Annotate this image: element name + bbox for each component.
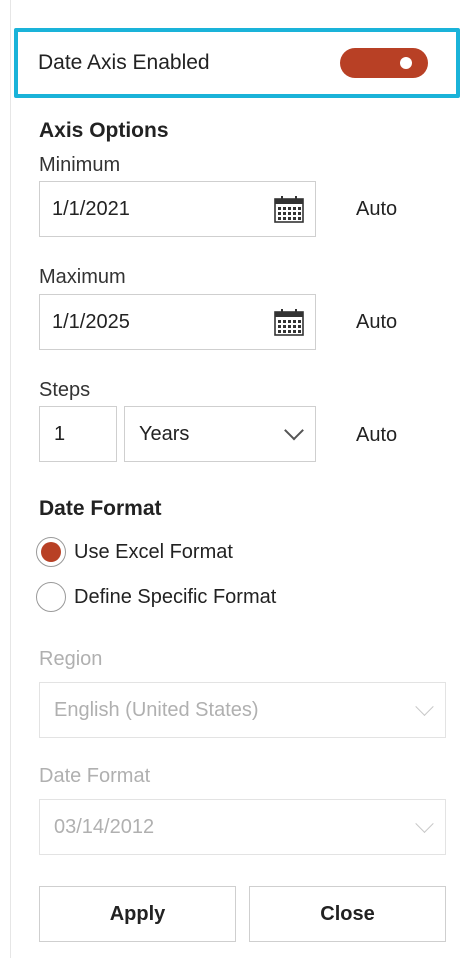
steps-unit-select[interactable]: Years xyxy=(124,406,316,462)
radio-button[interactable] xyxy=(36,582,66,612)
calendar-icon[interactable] xyxy=(273,194,305,224)
date-format-value: 03/14/2012 xyxy=(54,815,155,838)
region-label: Region xyxy=(39,648,103,670)
apply-button[interactable]: Apply xyxy=(39,886,236,942)
region-select: English (United States) xyxy=(39,682,446,738)
minimum-date-value: 1/1/2021 xyxy=(52,197,130,220)
chevron-down-icon xyxy=(415,697,434,716)
minimum-label: Minimum xyxy=(39,154,121,176)
radio-dot xyxy=(41,542,61,562)
region-value: English (United States) xyxy=(54,698,259,721)
axis-options-heading: Axis Options xyxy=(39,119,169,142)
radio-button-selected[interactable] xyxy=(36,537,66,567)
radio-use-excel-format[interactable]: Use Excel Format xyxy=(36,537,233,567)
radio-define-specific-format[interactable]: Define Specific Format xyxy=(36,582,276,612)
chevron-down-icon xyxy=(415,814,434,833)
date-format-heading: Date Format xyxy=(39,497,162,520)
steps-unit-value: Years xyxy=(139,422,190,445)
date-axis-toggle-row: Date Axis Enabled xyxy=(14,28,460,98)
steps-label: Steps xyxy=(39,379,91,401)
steps-count-value: 1 xyxy=(54,422,66,445)
radio-label: Use Excel Format xyxy=(74,540,233,563)
minimum-date-input[interactable]: 1/1/2021 xyxy=(39,181,316,237)
maximum-label: Maximum xyxy=(39,266,126,288)
date-axis-toggle-label: Date Axis Enabled xyxy=(38,51,210,74)
steps-count-input[interactable]: 1 xyxy=(39,406,117,462)
maximum-auto-button[interactable]: Auto xyxy=(356,311,397,334)
date-format-select: 03/14/2012 xyxy=(39,799,446,855)
maximum-date-input[interactable]: 1/1/2025 xyxy=(39,294,316,350)
steps-auto-button[interactable]: Auto xyxy=(356,424,397,447)
date-format-label: Date Format xyxy=(39,765,151,787)
toggle-knob xyxy=(400,57,412,69)
close-button[interactable]: Close xyxy=(249,886,446,942)
calendar-icon[interactable] xyxy=(273,307,305,337)
chevron-down-icon xyxy=(284,420,304,441)
date-axis-toggle-switch[interactable] xyxy=(340,48,428,78)
minimum-auto-button[interactable]: Auto xyxy=(356,198,397,221)
radio-label: Define Specific Format xyxy=(74,585,277,608)
maximum-date-value: 1/1/2025 xyxy=(52,310,130,333)
